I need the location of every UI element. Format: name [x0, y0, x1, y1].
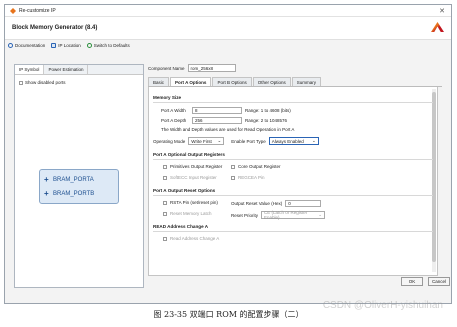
show-disabled-label: Show disabled ports	[25, 80, 66, 85]
softecc-input-register-checkbox[interactable]: SoftECC Input Register	[163, 175, 217, 180]
app-icon	[10, 8, 16, 14]
tab-ip-symbol[interactable]: IP Symbol	[15, 65, 45, 74]
core-output-register-checkbox[interactable]: Core Output Register	[231, 164, 281, 169]
scrollbar[interactable]	[432, 89, 436, 272]
chevron-down-icon: ⌄	[318, 212, 323, 217]
info-icon	[8, 42, 13, 48]
reset-value-label: Output Reset Value (Hex)	[231, 201, 283, 206]
title-bar: Re-customize IP ✕	[5, 5, 451, 17]
ip-title: Block Memory Generator (8.4)	[12, 25, 98, 31]
reset-latch-label: Reset Memory Latch	[170, 211, 212, 216]
close-icon[interactable]: ✕	[439, 7, 445, 15]
divider	[153, 102, 433, 103]
port-label: BRAM_PORTA	[53, 176, 94, 183]
chevron-down-icon: ⌄	[217, 138, 222, 143]
port-portb[interactable]: + BRAM_PORTB	[44, 189, 94, 198]
reset-memory-latch-checkbox[interactable]: Reset Memory Latch	[163, 211, 212, 216]
reset-value-row: Output Reset Value (Hex) 0	[231, 200, 322, 207]
chevron-down-icon: ⌄	[311, 138, 316, 143]
reset-value-input[interactable]: 0	[285, 200, 322, 207]
ip-location-label: IP Location	[58, 42, 81, 48]
reset-priority-select[interactable]: CE (Latch or Register Enable) ⌄	[261, 210, 326, 220]
refresh-icon	[86, 42, 92, 48]
read-change-heading: READ Address Change A	[153, 224, 209, 229]
port-a-depth-row: Port A Depth 256 Range: 2 to 1048576	[161, 117, 287, 124]
regcea-pin-checkbox[interactable]: REGCEA Pin	[231, 175, 265, 180]
tab-port-a-options[interactable]: Port A Options	[170, 77, 212, 86]
expand-icon[interactable]: +	[44, 175, 50, 184]
switch-defaults-button[interactable]: Switch to Defaults	[86, 42, 130, 48]
symbol-panel: IP Symbol Power Estimation Show disabled…	[14, 64, 144, 288]
figure-caption: 图 23-35 双端口 ROM 的配置步骤（二）	[153, 310, 304, 319]
read-address-change-checkbox[interactable]: Read Address Change A	[163, 236, 219, 241]
reset-options-heading: Port A Output Reset Options	[153, 188, 216, 193]
reset-priority-label: Reset Priority	[231, 212, 259, 218]
vendor-logo	[431, 22, 444, 32]
cancel-button[interactable]: Cancel	[428, 277, 450, 286]
tab-basic[interactable]: Basic	[148, 77, 170, 86]
switch-defaults-label: Switch to Defaults	[93, 42, 130, 48]
rsta-label: RSTA Pin (set/reset pin)	[170, 200, 218, 205]
divider	[153, 195, 433, 196]
ip-location-button[interactable]: IP Location	[51, 42, 81, 48]
component-name-row: Component Name rom_256x8	[148, 64, 236, 72]
expand-icon[interactable]: +	[44, 189, 50, 198]
width-depth-note: The Width and Depth values are used for …	[161, 127, 295, 132]
primitives-output-register-label: Primitives Output Register	[170, 164, 223, 169]
regcea-label: REGCEA Pin	[238, 175, 265, 180]
tab-other-options[interactable]: Other Options	[252, 77, 291, 86]
options-tabs: Basic Port A Options Port B Options Othe…	[148, 77, 442, 87]
rsta-pin-checkbox[interactable]: RSTA Pin (set/reset pin)	[163, 200, 218, 205]
show-disabled-ports-checkbox[interactable]: Show disabled ports	[19, 80, 66, 85]
ok-button[interactable]: OK	[401, 277, 423, 286]
depth-range: Range: 2 to 1048576	[245, 118, 288, 123]
ip-symbol-block: + BRAM_PORTA + BRAM_PORTB	[39, 169, 119, 204]
documentation-label: Documentation	[15, 42, 46, 48]
width-range: Range: 1 to 4608 (bits)	[245, 108, 291, 113]
operating-mode-value: Write First	[191, 138, 212, 144]
port-a-width-row: Port A Width 8 Range: 1 to 4608 (bits)	[161, 107, 291, 114]
component-name-input[interactable]: rom_256x8	[187, 64, 236, 72]
softecc-label: SoftECC Input Register	[170, 175, 217, 180]
read-address-change-label: Read Address Change A	[170, 236, 220, 241]
tab-power-estimation[interactable]: Power Estimation	[44, 65, 89, 74]
port-porta[interactable]: + BRAM_PORTA	[44, 175, 94, 184]
enable-port-type-value: Always Enabled	[271, 138, 304, 144]
dialog-header: Block Memory Generator (8.4)	[5, 17, 451, 40]
width-label: Port A Width	[161, 108, 186, 113]
primitives-output-register-checkbox[interactable]: Primitives Output Register	[163, 164, 222, 169]
tab-content: Memory Size Port A Width 8 Range: 1 to 4…	[148, 87, 438, 276]
port-a-depth-input[interactable]: 256	[192, 117, 242, 124]
reset-priority-row: Reset Priority CE (Latch or Register Ena…	[231, 210, 326, 220]
operating-mode-row: Operating Mode Write First ⌄ Enable Port …	[153, 137, 319, 145]
reset-priority-value: CE (Latch or Register Enable)	[264, 210, 308, 220]
component-name-label: Component Name	[148, 65, 185, 71]
enable-port-type-select[interactable]: Always Enabled ⌄	[268, 137, 319, 145]
toolbar: Documentation IP Location Switch to Defa…	[8, 41, 130, 49]
operating-mode-select[interactable]: Write First ⌄	[188, 137, 225, 145]
divider	[153, 159, 433, 160]
tab-summary[interactable]: Summary	[291, 77, 321, 86]
memory-size-heading: Memory Size	[153, 95, 182, 100]
depth-label: Port A Depth	[161, 118, 187, 123]
port-a-width-input[interactable]: 8	[192, 107, 242, 114]
documentation-button[interactable]: Documentation	[8, 42, 46, 48]
divider	[153, 231, 433, 232]
scrollbar-thumb[interactable]	[432, 92, 436, 262]
tab-port-b-options[interactable]: Port B Options	[212, 77, 252, 86]
folder-icon	[51, 42, 57, 48]
operating-mode-label: Operating Mode	[153, 138, 186, 144]
port-label: BRAM_PORTB	[53, 190, 95, 197]
optional-registers-heading: Port A Optional Output Registers	[153, 152, 225, 157]
core-output-register-label: Core Output Register	[238, 164, 281, 169]
dialog-buttons: OK Cancel	[401, 277, 450, 286]
enable-port-type-label: Enable Port Type	[231, 138, 266, 144]
options-panel: Component Name rom_256x8 Basic Port A Op…	[148, 64, 442, 276]
window-title: Re-customize IP	[19, 8, 56, 14]
